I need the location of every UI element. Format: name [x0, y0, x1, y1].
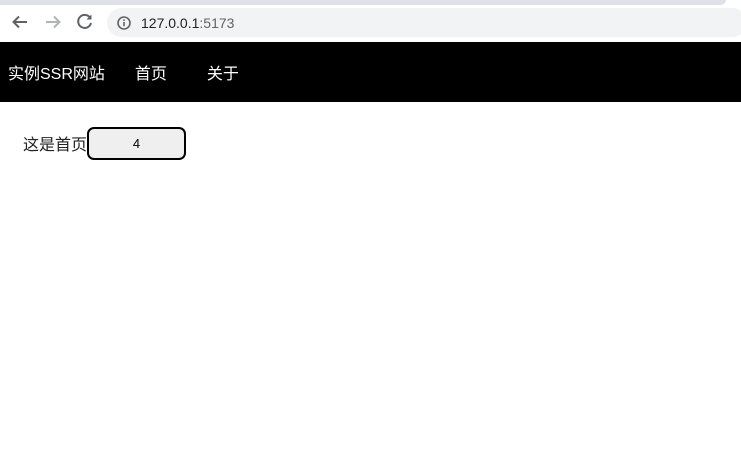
url-host: 127.0.0.1: [141, 14, 200, 31]
browser-toolbar: 127.0.0.1:5173: [0, 0, 741, 42]
page-content: 这是首页 4: [23, 126, 187, 160]
info-icon[interactable]: [117, 15, 131, 30]
counter-button[interactable]: 4: [87, 126, 187, 160]
reload-button[interactable]: [73, 10, 97, 34]
url-text[interactable]: 127.0.0.1:5173: [141, 15, 234, 31]
site-brand[interactable]: 实例SSR网站: [8, 60, 105, 84]
forward-button[interactable]: [41, 10, 65, 34]
page-text: 这是首页: [23, 137, 88, 154]
address-bar[interactable]: 127.0.0.1:5173: [107, 8, 741, 37]
nav-link-about[interactable]: 关于: [207, 60, 239, 84]
site-navbar: 实例SSR网站 首页 关于: [0, 42, 741, 102]
reload-icon: [77, 13, 92, 29]
nav-link-home[interactable]: 首页: [135, 60, 167, 84]
back-button[interactable]: [8, 10, 32, 34]
arrow-left-icon: [12, 15, 27, 29]
tab-strip: [0, 0, 726, 5]
arrow-right-icon: [46, 15, 61, 29]
url-port: :5173: [199, 14, 235, 31]
